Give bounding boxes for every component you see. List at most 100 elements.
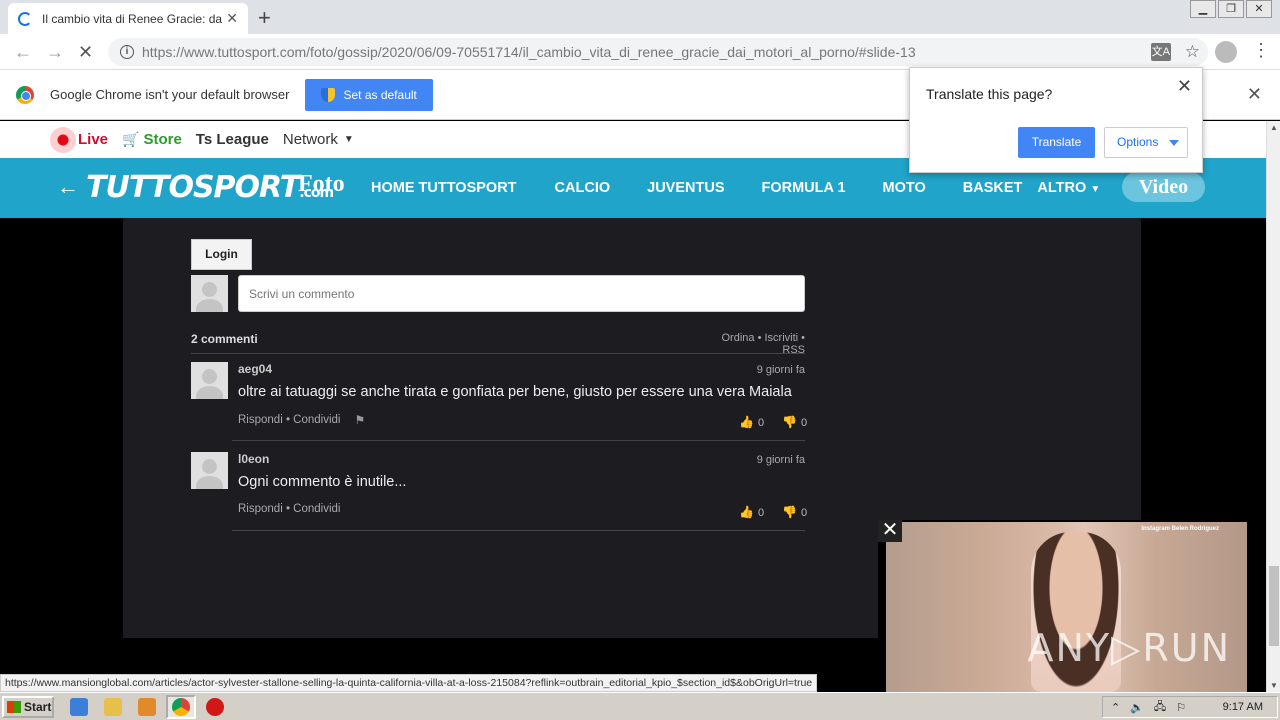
volume-icon[interactable]: 🔈 (1130, 701, 1144, 714)
translate-button[interactable]: Translate (1018, 127, 1095, 158)
windows-logo-icon (7, 701, 21, 713)
page-scrollbar[interactable]: ▲ ▼ (1266, 121, 1280, 692)
omnibox-icons: 文A ☆ (1150, 42, 1200, 62)
media-player-icon[interactable] (138, 698, 156, 716)
divider (232, 440, 805, 441)
omnibox[interactable]: i https://www.tuttosport.com/foto/gossip… (108, 38, 1208, 66)
tab-active[interactable]: Il cambio vita di Renee Gracie: dai m ✕ (8, 3, 248, 34)
logo-text: TUTTOSPORT (86, 170, 300, 205)
section-title[interactable]: Foto (298, 171, 345, 198)
live-label: Live (78, 131, 109, 148)
flag-icon[interactable]: ⚑ (354, 413, 365, 427)
downvote-button[interactable]: 👎 0 (782, 415, 807, 429)
nav-link-home[interactable]: HOME TUTTOSPORT (371, 180, 517, 196)
chrome-menu-icon[interactable]: ⋮ (1252, 40, 1270, 61)
nav-link-juventus[interactable]: JUVENTUS (647, 180, 724, 196)
scroll-up-icon[interactable]: ▲ (1270, 123, 1278, 132)
reply-share-links[interactable]: Rispondi • Condividi (238, 503, 340, 515)
scroll-thumb[interactable] (1269, 566, 1279, 646)
upvote-button[interactable]: 👍 0 (739, 415, 764, 429)
comment-date[interactable]: 9 giorni fa (685, 364, 805, 376)
new-tab-button[interactable]: + (258, 5, 271, 31)
comment-actions: Rispondi • Condividi ⚑ (238, 413, 365, 427)
downvote-button[interactable]: 👎 0 (782, 505, 807, 519)
store-label: Store (143, 131, 182, 148)
comment-input[interactable] (238, 275, 805, 312)
status-bar-url: https://www.mansionglobal.com/articles/a… (0, 674, 818, 692)
current-user-avatar (191, 275, 228, 312)
floating-video-player[interactable]: Instagram Belen Rodriguez ANY▷RUN ✕ (878, 520, 1247, 692)
tab-bar: Il cambio vita di Renee Gracie: dai m ✕ … (0, 0, 1280, 34)
live-dot-icon (50, 126, 76, 153)
scroll-down-icon[interactable]: ▼ (1270, 681, 1278, 690)
system-tray: ⌃ 🔈 🖧 ⚐ 9:17 AM (1102, 696, 1278, 718)
translate-icon[interactable]: 文A (1150, 43, 1171, 61)
profile-avatar-icon[interactable] (1215, 41, 1237, 63)
comment-author[interactable]: l0eon (238, 452, 269, 466)
tab-title: Il cambio vita di Renee Gracie: dai m (42, 11, 222, 26)
tray-expand-icon[interactable]: ⌃ (1111, 701, 1120, 714)
downvote-count: 0 (801, 417, 808, 429)
bookmark-star-icon[interactable]: ☆ (1185, 42, 1200, 62)
network-icon[interactable]: 🖧 (1154, 698, 1166, 717)
comment-text: oltre ai tatuaggi se anche tirata e gonf… (238, 384, 792, 400)
back-arrow-icon[interactable]: ← (14, 42, 32, 63)
translate-popup-close-icon[interactable]: ✕ (1177, 76, 1192, 97)
vote-buttons: 👍 0 👎 0 (739, 505, 807, 519)
reply-share-links[interactable]: Rispondi • Condividi (238, 414, 340, 426)
close-window-button[interactable]: ✕ (1246, 0, 1272, 18)
nav-link-moto[interactable]: MOTO (883, 180, 926, 196)
ie-icon[interactable] (70, 698, 88, 716)
nav-link-calcio[interactable]: CALCIO (555, 180, 611, 196)
opera-icon[interactable] (206, 698, 224, 716)
video-frame[interactable]: Instagram Belen Rodriguez ANY▷RUN (886, 522, 1247, 692)
site-info-icon[interactable]: i (120, 45, 134, 59)
url-domain: https://www.tuttosport.com (142, 44, 307, 60)
upvote-button[interactable]: 👍 0 (739, 505, 764, 519)
forward-arrow-icon[interactable]: → (46, 42, 64, 63)
comment-author[interactable]: aeg04 (238, 362, 272, 376)
cart-icon: 🛒 (122, 131, 140, 147)
altro-label: ALTRO (1037, 180, 1087, 196)
translate-options-button[interactable]: Options (1104, 127, 1188, 158)
avatar[interactable] (191, 452, 228, 489)
chrome-icon[interactable] (172, 698, 190, 716)
explorer-folder-icon[interactable] (104, 698, 122, 716)
windows-taskbar: Start ⌃ 🔈 🖧 ⚐ 9:17 AM (0, 692, 1280, 720)
url-text[interactable]: https://www.tuttosport.com/foto/gossip/2… (142, 44, 916, 60)
nav-link-altro[interactable]: ALTRO ▼ (1037, 180, 1100, 196)
video-button[interactable]: Video (1122, 172, 1205, 202)
caret-down-icon (1169, 140, 1179, 146)
clock[interactable]: 9:17 AM (1223, 701, 1263, 713)
thumbs-down-icon: 👎 (782, 505, 798, 519)
live-link[interactable]: Live (50, 126, 109, 153)
window-controls: ▁ ❐ ✕ (1188, 0, 1272, 18)
nav-link-formula1[interactable]: FORMULA 1 (762, 180, 846, 196)
chrome-logo-icon (16, 85, 34, 104)
infobar-close-icon[interactable]: ✕ (1247, 84, 1262, 105)
network-dropdown[interactable]: Network ▼ (283, 131, 354, 148)
comment-text: Ogni commento è inutile... (238, 474, 407, 490)
ts-league-link[interactable]: Ts League (196, 131, 269, 148)
minimize-button[interactable]: ▁ (1190, 0, 1216, 18)
video-close-icon[interactable]: ✕ (878, 520, 902, 542)
set-as-default-button[interactable]: Set as default (305, 78, 433, 111)
maximize-button[interactable]: ❐ (1218, 0, 1244, 18)
comment-date[interactable]: 9 giorni fa (685, 454, 805, 466)
comment-actions: Rispondi • Condividi (238, 503, 340, 515)
action-center-flag-icon[interactable]: ⚐ (1176, 701, 1186, 714)
avatar[interactable] (191, 362, 228, 399)
tuttosport-logo[interactable]: TUTTOSPORT.com (86, 170, 334, 205)
back-arrow-icon[interactable]: ← (57, 174, 79, 200)
nav-link-basket[interactable]: BASKET (963, 180, 1023, 196)
login-button[interactable]: Login (191, 239, 252, 270)
translate-popup-title: Translate this page? (926, 86, 1053, 102)
stop-loading-icon[interactable]: ✕ (78, 42, 93, 63)
start-button[interactable]: Start (2, 696, 54, 718)
upvote-count: 0 (757, 417, 765, 429)
tab-close-icon[interactable]: ✕ (226, 10, 238, 27)
downvote-count: 0 (801, 507, 808, 519)
store-link[interactable]: 🛒 Store (122, 131, 182, 148)
network-label: Network (282, 131, 338, 148)
comment-count: 2 commenti (191, 332, 258, 346)
